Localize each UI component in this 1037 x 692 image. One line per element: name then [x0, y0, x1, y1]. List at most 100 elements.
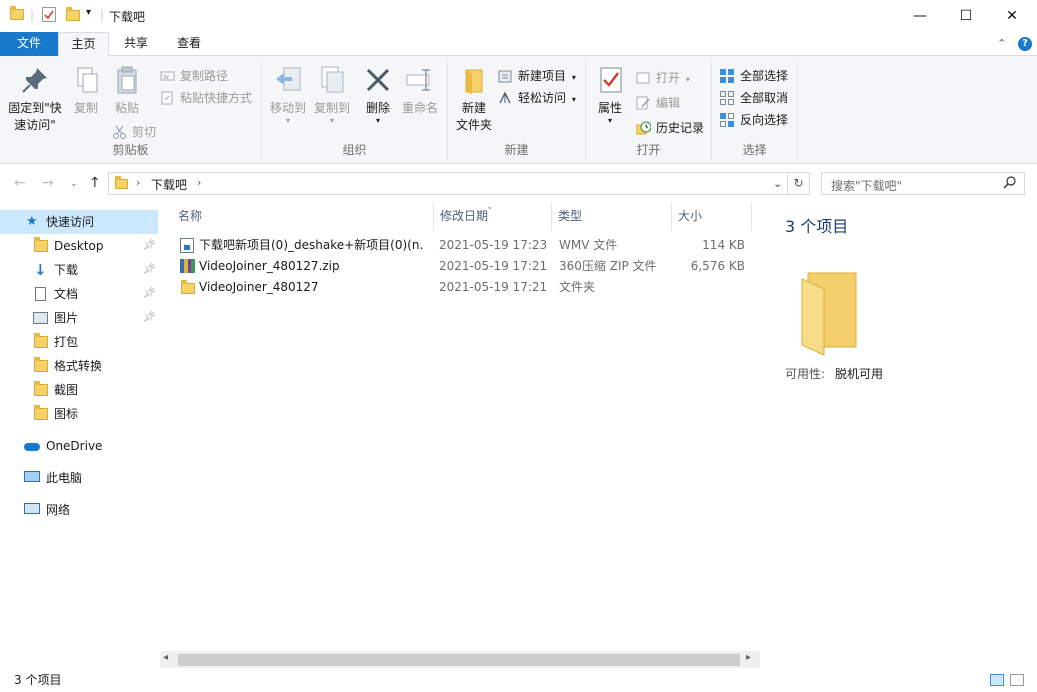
breadcrumb-chevron-icon[interactable]: › — [197, 176, 201, 189]
open-group: 属性 ▾ 打开 ▾ 编辑 历史记录 打开 — [586, 60, 712, 160]
copy-button[interactable]: 复制 — [66, 64, 106, 117]
column-header-name[interactable]: 名称 — [172, 203, 434, 231]
properties-quick-icon[interactable] — [42, 7, 56, 22]
forward-arrow-icon[interactable]: → — [42, 175, 54, 191]
nav-item-label: Desktop — [54, 239, 104, 253]
pin-icon[interactable]: 📌︎ — [143, 282, 156, 306]
folder-icon — [34, 405, 48, 420]
new-item-icon — [498, 69, 513, 83]
large-icons-view-icon[interactable] — [1010, 674, 1024, 686]
paste-button[interactable]: 粘贴 — [106, 64, 148, 117]
properties-button[interactable]: 属性 ▾ — [590, 64, 630, 125]
new-folder-button[interactable]: 新建 文件夹 — [452, 64, 496, 134]
nav-onedrive-label: OneDrive — [46, 439, 103, 453]
nav-item-screenshots[interactable]: 截图 — [0, 378, 158, 402]
minimize-button[interactable]: — — [897, 0, 943, 32]
tab-file[interactable]: 文件 — [0, 32, 58, 56]
file-type: 360压缩 ZIP 文件 — [559, 259, 657, 273]
select-all-button[interactable]: 全部选择 — [720, 66, 788, 86]
nav-item-label: 格式转换 — [54, 359, 103, 373]
address-bar[interactable]: › 下载吧 › ⌄ — [108, 172, 788, 195]
scroll-left-icon[interactable]: ◂ — [163, 652, 168, 663]
navigation-pane: ★ 快速访问 Desktop 📌︎ ↓ 下载 📌︎ 文档 📌︎ 图片 📌︎ 打包… — [0, 203, 158, 668]
details-view-icon[interactable] — [990, 674, 1004, 686]
pin-icon[interactable]: 📌︎ — [143, 258, 156, 282]
paste-shortcut-label: 粘贴快捷方式 — [180, 91, 253, 105]
tab-share[interactable]: 共享 — [113, 32, 159, 56]
scissors-icon — [112, 125, 127, 139]
search-input[interactable]: 搜索"下载吧" — [821, 172, 1025, 195]
nav-item-icons[interactable]: 图标 — [0, 402, 158, 426]
star-icon: ★ — [26, 214, 38, 229]
dropdown-arrow-icon: ▾ — [571, 95, 576, 104]
search-icon[interactable] — [1003, 175, 1017, 194]
file-row[interactable]: 下载吧新项目(0)_deshake+新项目(0)(n... 2021-05-19… — [172, 235, 752, 256]
help-icon[interactable]: ? — [1018, 37, 1032, 51]
tab-home[interactable]: 主页 — [58, 32, 109, 57]
rename-button[interactable]: 重命名 — [398, 64, 442, 117]
pin-icon[interactable]: 📌︎ — [143, 306, 156, 330]
scrollbar-thumb[interactable] — [178, 654, 740, 666]
column-header-date[interactable]: 修改日期 ⌄ — [434, 202, 552, 231]
folder-icon — [34, 357, 48, 372]
window-title: 下载吧 — [109, 10, 146, 24]
cloud-icon — [24, 443, 40, 451]
collapse-ribbon-icon[interactable]: ⌃ — [997, 37, 1006, 50]
nav-onedrive[interactable]: OneDrive — [0, 434, 158, 458]
copy-to-icon — [316, 64, 348, 96]
paste-shortcut-button[interactable]: 粘贴快捷方式 — [160, 88, 252, 108]
status-bar: 3 个项目 — [0, 668, 1037, 692]
new-item-button[interactable]: 新建项目 ▾ — [498, 66, 576, 86]
customize-qat-icon[interactable]: ▾ — [86, 7, 91, 18]
recent-locations-icon[interactable]: ⌄ — [70, 179, 78, 189]
cut-button[interactable]: 剪切 — [112, 122, 156, 142]
file-row[interactable]: VideoJoiner_480127 2021-05-19 17:21 文件夹 — [172, 277, 752, 298]
pin-quick-access-button[interactable]: 固定到"快 速访问" — [6, 64, 64, 134]
pin-icon[interactable]: 📌︎ — [143, 234, 156, 258]
edit-button[interactable]: 编辑 — [636, 93, 680, 113]
nav-item-documents[interactable]: 文档 📌︎ — [0, 282, 158, 306]
close-button[interactable]: ✕ — [989, 0, 1035, 32]
invert-selection-label: 反向选择 — [740, 113, 789, 127]
column-header-size[interactable]: 大小 — [672, 203, 752, 231]
nav-item-desktop[interactable]: Desktop 📌︎ — [0, 234, 158, 258]
open-button[interactable]: 打开 ▾ — [636, 68, 690, 88]
delete-button[interactable]: 删除 ▾ — [358, 64, 398, 125]
scroll-right-icon[interactable]: ▸ — [746, 652, 751, 663]
nav-item-pictures[interactable]: 图片 📌︎ — [0, 306, 158, 330]
new-folder-quick-icon[interactable] — [66, 7, 80, 21]
tab-view[interactable]: 查看 — [165, 32, 213, 56]
maximize-button[interactable]: ☐ — [943, 0, 989, 32]
up-arrow-icon[interactable]: ↑ — [89, 175, 101, 191]
refresh-icon[interactable]: ↻ — [788, 172, 810, 195]
copy-to-label: 复制到 — [313, 101, 350, 115]
file-row[interactable]: VideoJoiner_480127.zip 2021-05-19 17:21 … — [172, 256, 752, 277]
nav-this-pc[interactable]: 此电脑 — [0, 466, 158, 490]
file-name: VideoJoiner_480127 — [199, 280, 319, 294]
computer-icon — [24, 471, 40, 482]
column-header-type[interactable]: 类型 — [552, 203, 672, 231]
nav-quick-access[interactable]: ★ 快速访问 — [0, 210, 158, 234]
copy-to-button[interactable]: 复制到 ▾ — [310, 64, 354, 125]
properties-label: 属性 — [597, 101, 622, 115]
move-to-button[interactable]: 移动到 ▾ — [266, 64, 310, 125]
breadcrumb-chevron-icon[interactable]: › — [136, 176, 140, 189]
nav-item-downloads[interactable]: ↓ 下载 📌︎ — [0, 258, 158, 282]
invert-selection-button[interactable]: 反向选择 — [720, 110, 788, 130]
select-none-button[interactable]: 全部取消 — [720, 88, 788, 108]
nav-item-dabao[interactable]: 打包 — [0, 330, 158, 354]
history-button[interactable]: 历史记录 — [635, 118, 704, 138]
nav-item-label: 图片 — [54, 311, 79, 325]
copy-path-button[interactable]: W. 复制路径 — [160, 66, 228, 86]
file-date: 2021-05-19 17:23 — [439, 238, 548, 252]
nav-item-format-convert[interactable]: 格式转换 — [0, 354, 158, 378]
nav-network[interactable]: 网络 — [0, 498, 158, 522]
separator: | — [30, 8, 35, 22]
address-dropdown-icon[interactable]: ⌄ — [773, 177, 782, 190]
easy-access-button[interactable]: 轻松访问 ▾ — [498, 88, 576, 108]
breadcrumb-item[interactable]: 下载吧 — [151, 176, 187, 193]
separator: | — [100, 8, 105, 22]
edit-label: 编辑 — [656, 96, 681, 110]
back-arrow-icon[interactable]: ← — [14, 175, 26, 191]
column-type-label: 类型 — [558, 209, 583, 223]
